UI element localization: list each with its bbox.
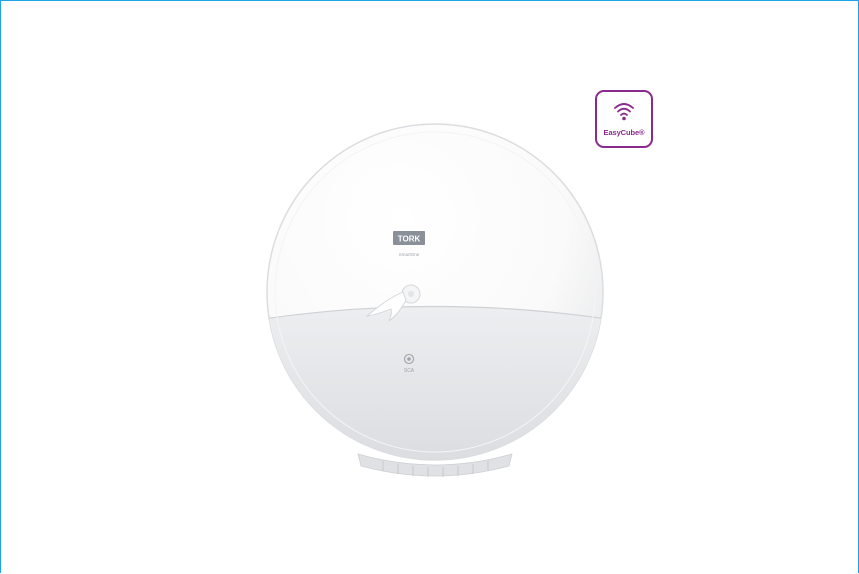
product-image-frame: TORK SmartOne SCA EasyCube® (0, 0, 859, 573)
product-image: TORK SmartOne SCA (263, 116, 607, 488)
wifi-icon (614, 103, 634, 121)
model-label: SmartOne (399, 252, 420, 257)
easycube-badge: EasyCube® (595, 90, 653, 148)
tork-logo: TORK (393, 231, 425, 245)
easycube-label: EasyCube® (603, 128, 645, 137)
tork-logo-text: TORK (398, 235, 421, 244)
sca-label: SCA (404, 368, 415, 374)
